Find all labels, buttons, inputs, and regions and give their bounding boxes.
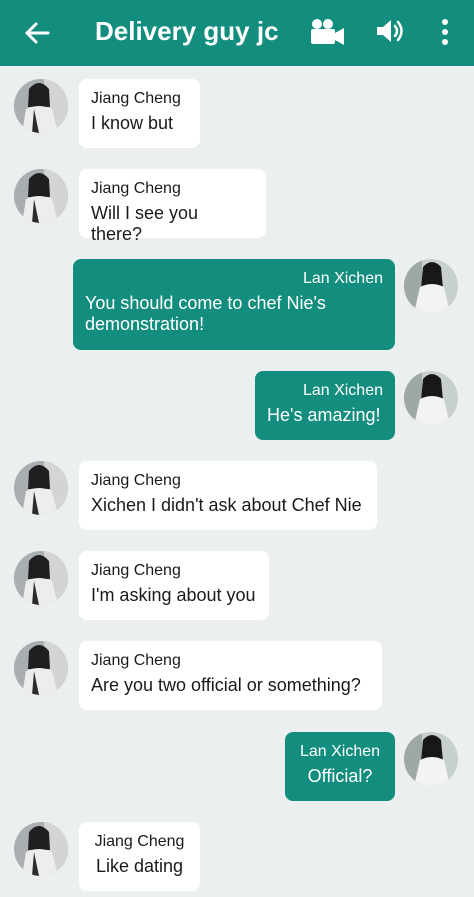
message-sender: Jiang Cheng	[91, 562, 181, 579]
avatar[interactable]	[14, 822, 68, 876]
avatar[interactable]	[14, 79, 68, 133]
message-text: Are you two official or something?	[91, 675, 361, 695]
message-bubble-incoming[interactable]: Jiang Cheng I'm asking about you	[79, 551, 269, 620]
message-text: Xichen I didn't ask about Chef Nie	[91, 495, 362, 515]
message-sender: Jiang Cheng	[91, 180, 181, 197]
message-bubble-incoming[interactable]: Jiang Cheng Xichen I didn't ask about Ch…	[79, 461, 377, 530]
avatar[interactable]	[404, 371, 458, 425]
message-text: I know but	[91, 113, 174, 133]
message-sender: Jiang Cheng	[91, 652, 181, 669]
message-text: He's amazing!	[267, 405, 381, 425]
message-bubble-incoming[interactable]: Jiang Cheng Are you two official or some…	[79, 641, 382, 710]
message-sender: Jiang Cheng	[91, 90, 181, 107]
avatar[interactable]	[14, 641, 68, 695]
speaker-icon[interactable]	[374, 16, 406, 46]
avatar[interactable]	[404, 732, 458, 786]
message-sender: Lan Xichen	[299, 743, 381, 760]
message-sender: Lan Xichen	[302, 382, 383, 399]
message-text: You should come to chef Nie's demonstrat…	[85, 293, 326, 334]
avatar[interactable]	[14, 461, 68, 515]
chat-title: Delivery guy jc	[95, 16, 279, 46]
message-bubble-incoming[interactable]: Jiang Cheng Will I see you there?	[79, 169, 266, 244]
avatar[interactable]	[14, 169, 68, 223]
message-sender: Jiang Cheng	[91, 472, 181, 489]
video-camera-icon[interactable]	[309, 18, 345, 46]
message-bubble-incoming[interactable]: Jiang Cheng I know but	[79, 79, 200, 148]
avatar[interactable]	[404, 259, 458, 313]
message-sender: Lan Xichen	[302, 270, 383, 287]
message-bubble-incoming[interactable]: Jiang Cheng Like dating	[79, 822, 200, 891]
more-vert-icon[interactable]	[435, 15, 455, 49]
message-bubble-outgoing[interactable]: Lan Xichen Official?	[285, 732, 395, 801]
message-bubble-outgoing[interactable]: Lan Xichen He's amazing!	[255, 371, 395, 440]
avatar[interactable]	[14, 551, 68, 605]
message-bubble-outgoing[interactable]: Lan Xichen You should come to chef Nie's…	[73, 259, 395, 350]
app-header: Delivery guy jc	[0, 0, 474, 66]
message-sender: Jiang Cheng	[94, 833, 185, 850]
message-text: Will I see you there?	[91, 203, 199, 244]
arrow-left-icon[interactable]	[22, 18, 52, 48]
message-text: Like dating	[95, 856, 184, 876]
message-text: Official?	[307, 766, 373, 786]
message-text: I'm asking about you	[91, 585, 256, 605]
